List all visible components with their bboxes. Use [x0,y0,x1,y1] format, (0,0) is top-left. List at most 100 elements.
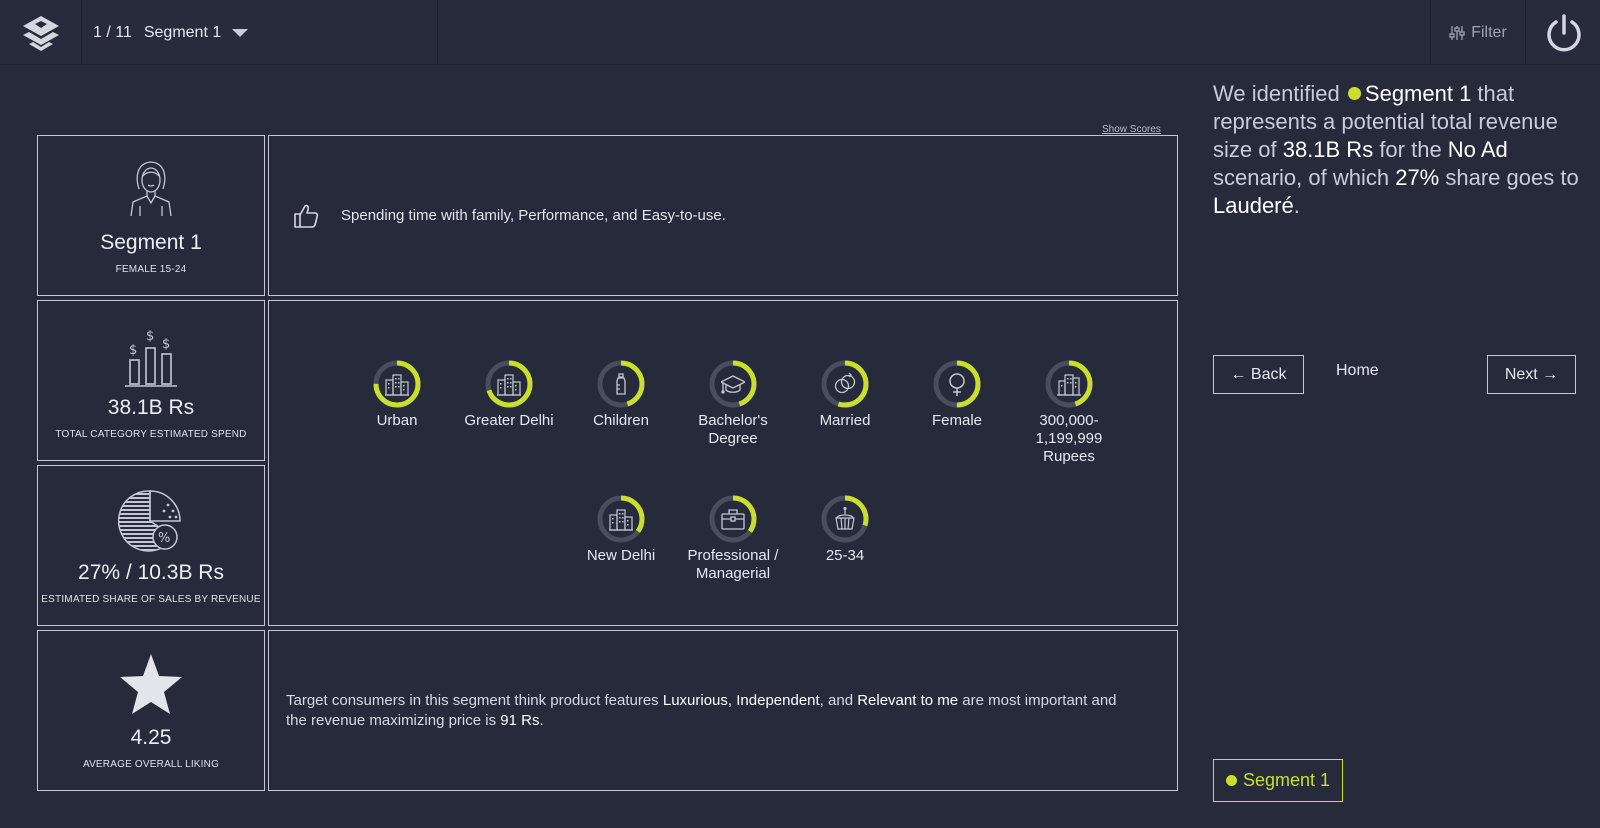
attribute-name: Greater Delhi [464,412,554,429]
segment-summary: We identified Segment 1 that represents … [1213,80,1583,220]
next-button[interactable]: Next → [1487,355,1576,394]
attribute-name: Married [819,412,871,429]
profile-card: Segment 1 FEMALE 15-24 [37,135,265,296]
attribute-ring [372,359,422,409]
power-icon [1546,13,1581,51]
feature-price: 91 Rs [500,711,540,729]
attributes-grid: Urban Greater Delhi Children Bachelor's Deg… [341,359,1125,583]
features-pre: Target consumers in this segment think p… [286,691,663,709]
segment-selector[interactable]: 1 / 11 Segment 1 [82,0,438,65]
thumbs-up-icon [294,204,319,228]
spend-label: TOTAL CATEGORY ESTIMATED SPEND [55,429,247,440]
cake-icon [835,507,855,530]
legend-segment-label: Segment 1 [1242,770,1331,790]
briefcase-icon [721,509,745,530]
features-sep: , and [819,691,858,709]
segment-selected: Segment 1 [143,23,222,41]
attribute-ring [932,359,982,409]
summary-text: . [1293,193,1300,218]
segment-position: 1 / 11 [93,23,132,41]
likes-text: Spending time with family, Performance, … [341,207,726,224]
attribute-3: Bachelor's Degree [677,359,789,466]
feature-independent: Independent [736,691,820,709]
attribute-1: Greater Delhi [453,359,565,466]
city-icon [609,509,633,531]
svg-text:$: $ [162,337,170,352]
summary-revenue: 38.1B Rs [1282,137,1374,162]
top-bar: 1 / 11 Segment 1 Filter [0,0,1600,65]
summary-text: for the [1373,137,1448,162]
attribute-ring [596,494,646,544]
female-icon [949,373,965,396]
attribute-ring [596,359,646,409]
share-value: 27% / 10.3B Rs [78,561,224,584]
summary-scenario: No Ad [1447,137,1508,162]
city-icon [385,374,409,396]
attribute-ring [708,494,758,544]
attribute-6: 300,000-1,199,999 Rupees [1013,359,1125,466]
feature-relevant: Relevant to me [857,691,959,709]
filter-label: Filter [1471,23,1507,41]
attribute-ring [820,359,870,409]
liking-value: 4.25 [130,726,172,749]
attribute-name: Children [593,412,649,429]
attribute-ring [708,359,758,409]
summary-share: 27% [1395,165,1440,190]
segment-color-dot [1225,775,1237,786]
chevron-down-icon [232,28,249,37]
money-icon [1057,374,1081,396]
attribute-ring [484,359,534,409]
features-sep: , [727,691,737,709]
features-panel: Target consumers in this segment think p… [268,630,1178,791]
spend-value: 38.1B Rs [107,396,195,419]
attribute-name: 300,000-1,199,999 Rupees [1035,412,1103,465]
likes-panel: Spending time with family, Performance, … [268,135,1178,296]
summary-text: We identified [1213,81,1346,106]
attribute-9: 25-34 [789,494,901,583]
filter-button[interactable]: Filter [1430,0,1526,65]
star-icon [120,654,182,714]
attribute-ring [1044,359,1094,409]
stack-logo-icon [22,15,59,51]
city-icon [497,374,521,396]
attributes-panel: Urban Greater Delhi Children Bachelor's Deg… [268,300,1178,626]
attribute-2: Children [565,359,677,466]
attribute-4: Married [789,359,901,466]
liking-card: 4.25 AVERAGE OVERALL LIKING [37,630,265,791]
attribute-name: Bachelor's Degree [698,412,768,447]
attribute-5: Female [901,359,1013,466]
spend-card: $ $ $ 38.1B Rs TOTAL CATEGORY ESTIMATED SP… [37,300,265,461]
attribute-name: Female [931,412,983,429]
logo[interactable] [0,0,82,65]
summary-brand: Lauderé [1213,193,1294,218]
woman-avatar-icon [130,161,172,217]
share-card: % 27% / 10.3B Rs ESTIMATED SHARE OF SALE… [37,465,265,626]
home-link[interactable]: Home [1336,362,1379,380]
segment-title: Segment 1 [100,231,202,254]
segment-legend-chip[interactable]: Segment 1 [1213,759,1343,802]
power-button[interactable] [1527,0,1600,65]
svg-text:%: % [158,531,170,546]
segment-demographic: FEMALE 15-24 [115,264,187,275]
back-button[interactable]: ← Back [1213,355,1304,394]
pie-percent-icon: % [118,490,181,552]
attribute-name: New Delhi [586,547,656,564]
feature-luxurious: Luxurious [662,691,728,709]
show-scores-link[interactable]: Show Scores [1102,124,1161,135]
attribute-name: Professional / Managerial [687,547,779,582]
attribute-0: Urban [341,359,453,466]
rings-icon [834,372,856,394]
features-end: . [539,711,544,729]
svg-text:$: $ [146,329,154,344]
graduation-cap-icon [721,375,745,394]
attribute-name: Urban [376,412,418,429]
features-text: Target consumers in this segment think p… [286,691,1137,731]
baby-bottle-icon [616,373,626,395]
liking-label: AVERAGE OVERALL LIKING [82,759,220,770]
revenue-bars-icon: $ $ $ [125,329,177,387]
attribute-name: 25-34 [825,547,865,564]
segment-color-dot [1347,87,1361,100]
summary-segment: Segment 1 [1364,81,1472,106]
sliders-icon [1449,25,1465,40]
attribute-8: Professional / Managerial [677,494,789,583]
